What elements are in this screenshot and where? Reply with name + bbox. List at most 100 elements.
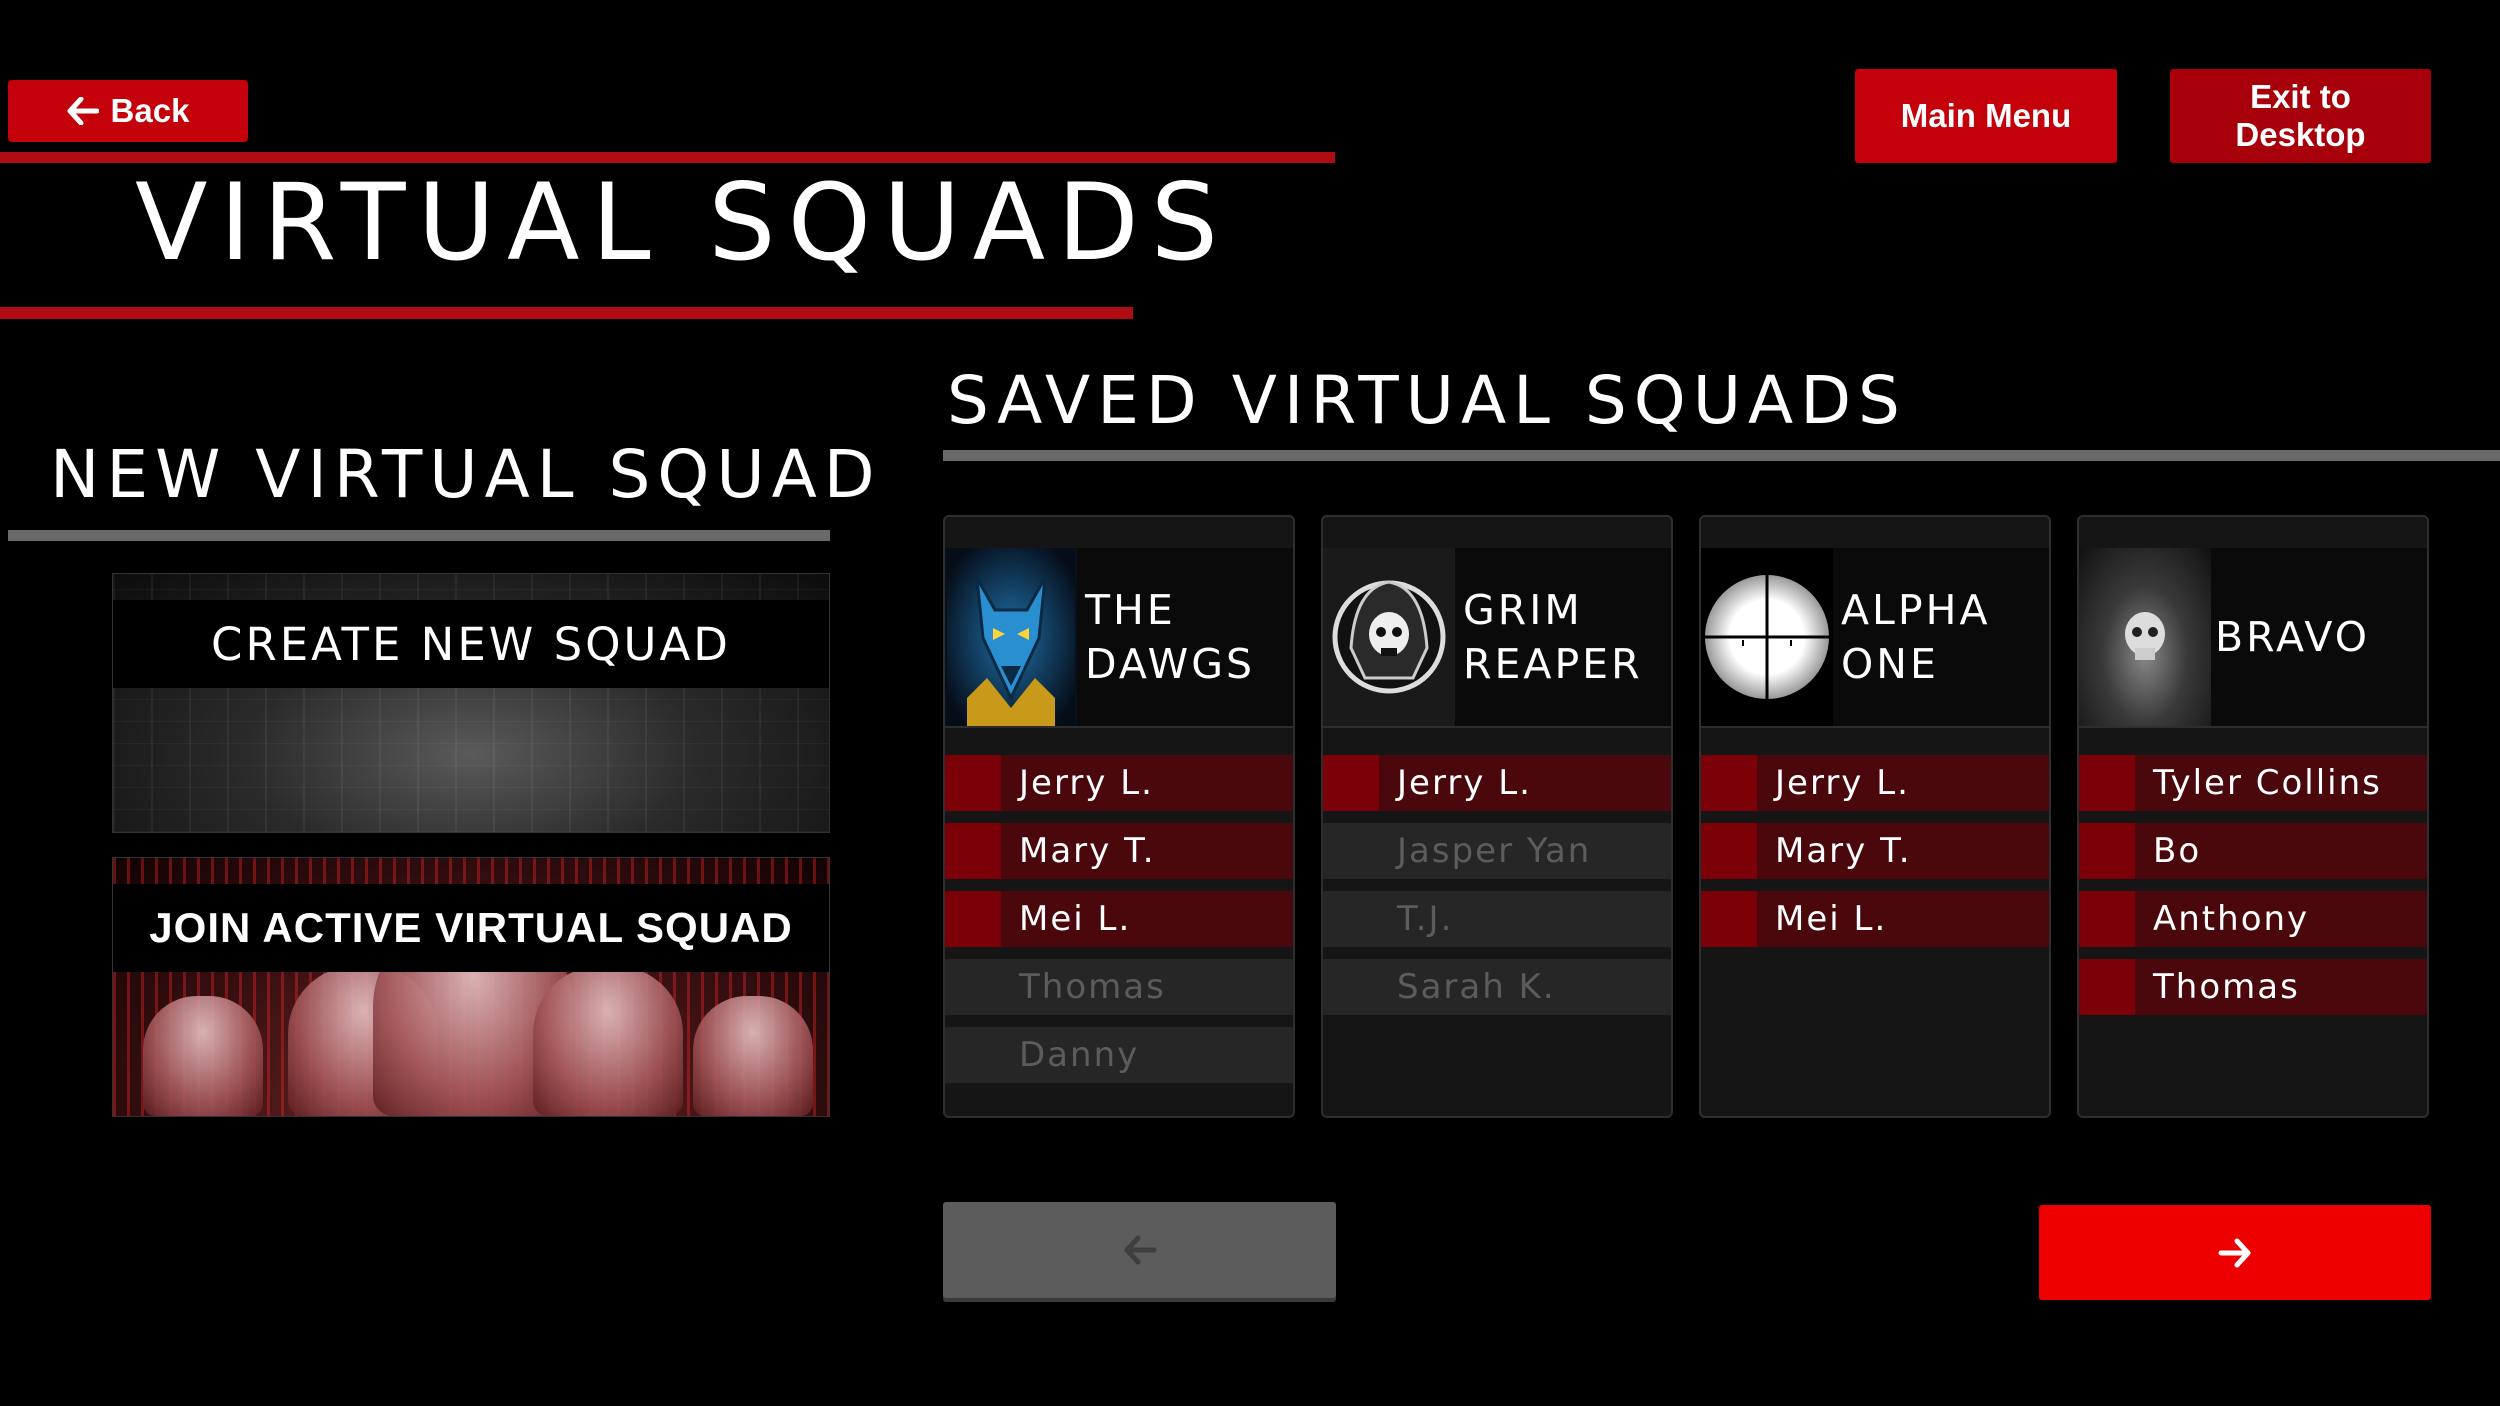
member-name: Danny — [1019, 1035, 1140, 1075]
create-new-squad-button[interactable]: CREATE NEW SQUAD — [112, 573, 830, 833]
member-row: Mary T. — [945, 823, 1293, 879]
new-squad-heading: NEW VIRTUAL SQUAD — [50, 436, 882, 513]
member-chip — [2079, 823, 2135, 879]
member-chip — [2079, 755, 2135, 811]
main-menu-label: Main Menu — [1900, 97, 2072, 134]
exit-to-desktop-button[interactable]: Exit to Desktop — [2170, 69, 2431, 163]
member-row: Sarah K. — [1323, 959, 1671, 1015]
join-active-squad-button[interactable]: JOIN ACTIVE VIRTUAL SQUAD — [112, 857, 830, 1117]
join-active-squad-label: JOIN ACTIVE VIRTUAL SQUAD — [113, 884, 829, 972]
crosshair-icon — [1701, 548, 1833, 726]
new-squad-divider — [8, 530, 830, 541]
member-chip — [1323, 823, 1379, 879]
squad-name-line1: GRIM — [1463, 586, 1583, 634]
member-chip — [1323, 959, 1379, 1015]
back-label: Back — [110, 92, 190, 129]
squad-header: THE DAWGS — [945, 548, 1293, 728]
squad-card-bravo[interactable]: BRAVO Tyler Collins Bo Anthony Thomas — [2077, 515, 2429, 1118]
squad-name: THE DAWGS — [1085, 548, 1285, 726]
previous-page-button[interactable] — [943, 1202, 1336, 1298]
member-row: Mary T. — [1701, 823, 2049, 879]
squad-name-line2: ONE — [1841, 640, 1939, 688]
member-row: Tyler Collins — [2079, 755, 2427, 811]
squad-name-line1: BRAVO — [2215, 613, 2370, 661]
member-chip — [945, 823, 1001, 879]
member-row: Jasper Yan — [1323, 823, 1671, 879]
wolf-logo-icon — [945, 548, 1077, 726]
member-name: Mary T. — [1019, 831, 1156, 871]
member-list: Tyler Collins Bo Anthony Thomas — [2079, 755, 2427, 1027]
arrow-left-icon — [67, 97, 99, 125]
member-name: Jerry L. — [1397, 763, 1532, 803]
arrow-right-icon — [2218, 1238, 2251, 1267]
main-menu-button[interactable]: Main Menu — [1855, 69, 2117, 163]
member-row: Bo — [2079, 823, 2427, 879]
page-title: VIRTUAL SQUADS — [135, 161, 1231, 284]
member-name: T.J. — [1397, 899, 1454, 939]
skull-icon — [2079, 548, 2211, 726]
member-row: Jerry L. — [1701, 755, 2049, 811]
member-name: Sarah K. — [1397, 967, 1556, 1007]
member-name: Mei L. — [1019, 899, 1132, 939]
member-row: Thomas — [2079, 959, 2427, 1015]
member-row: Mei L. — [1701, 891, 2049, 947]
squad-name: BRAVO — [2215, 548, 2419, 726]
member-chip — [945, 755, 1001, 811]
create-new-squad-label: CREATE NEW SQUAD — [113, 600, 829, 688]
member-chip — [945, 1027, 1001, 1083]
crowd-figure — [143, 996, 263, 1116]
member-name: Mei L. — [1775, 899, 1888, 939]
member-list: Jerry L. Mary T. Mei L. Thomas Danny — [945, 755, 1293, 1095]
exit-label-line2: Desktop — [2235, 116, 2366, 153]
title-bottom-rule — [0, 307, 1133, 319]
squad-name-line2: REAPER — [1463, 640, 1643, 688]
member-chip — [1701, 891, 1757, 947]
squad-header: GRIM REAPER — [1323, 548, 1671, 728]
member-chip — [1701, 823, 1757, 879]
member-chip — [945, 891, 1001, 947]
member-chip — [945, 959, 1001, 1015]
member-chip — [1323, 891, 1379, 947]
squad-header: ALPHA ONE — [1701, 548, 2049, 728]
member-chip — [2079, 959, 2135, 1015]
skull-reaper-icon — [1323, 548, 1455, 726]
member-name: Tyler Collins — [2153, 763, 2382, 803]
squad-name-line1: ALPHA — [1841, 586, 1991, 634]
back-button[interactable]: Back — [8, 80, 248, 142]
next-page-button[interactable] — [2039, 1205, 2431, 1300]
crowd-figure — [533, 966, 683, 1116]
member-name: Thomas — [1019, 967, 1166, 1007]
member-chip — [1323, 755, 1379, 811]
arrow-left-icon — [1124, 1235, 1156, 1265]
member-row: Danny — [945, 1027, 1293, 1083]
squad-name: GRIM REAPER — [1463, 548, 1663, 726]
member-list: Jerry L. Jasper Yan T.J. Sarah K. — [1323, 755, 1671, 1027]
member-name: Jasper Yan — [1397, 831, 1592, 871]
squad-card-grim-reaper[interactable]: GRIM REAPER Jerry L. Jasper Yan T.J. Sar… — [1321, 515, 1673, 1118]
squad-card-alpha-one[interactable]: ALPHA ONE Jerry L. Mary T. Mei L. — [1699, 515, 2051, 1118]
member-row: Thomas — [945, 959, 1293, 1015]
member-list: Jerry L. Mary T. Mei L. — [1701, 755, 2049, 959]
member-name: Jerry L. — [1019, 763, 1154, 803]
squad-name: ALPHA ONE — [1841, 548, 2041, 726]
member-row: Jerry L. — [945, 755, 1293, 811]
squad-name-line1: THE — [1085, 586, 1176, 634]
saved-squads-divider — [943, 450, 2500, 461]
member-row: Jerry L. — [1323, 755, 1671, 811]
member-name: Anthony — [2153, 899, 2310, 939]
member-chip — [2079, 891, 2135, 947]
member-chip — [1701, 755, 1757, 811]
member-name: Bo — [2153, 831, 2202, 871]
squad-header: BRAVO — [2079, 548, 2427, 728]
member-row: Anthony — [2079, 891, 2427, 947]
saved-squads-heading: SAVED VIRTUAL SQUADS — [947, 362, 1907, 439]
member-row: Mei L. — [945, 891, 1293, 947]
member-name: Jerry L. — [1775, 763, 1910, 803]
crowd-figure — [693, 996, 813, 1116]
squad-card-the-dawgs[interactable]: THE DAWGS Jerry L. Mary T. Mei L. Thomas… — [943, 515, 1295, 1118]
member-name: Thomas — [2153, 967, 2300, 1007]
member-name: Mary T. — [1775, 831, 1912, 871]
exit-label-line1: Exit to — [2250, 78, 2351, 115]
member-row: T.J. — [1323, 891, 1671, 947]
squad-name-line2: DAWGS — [1085, 640, 1255, 688]
